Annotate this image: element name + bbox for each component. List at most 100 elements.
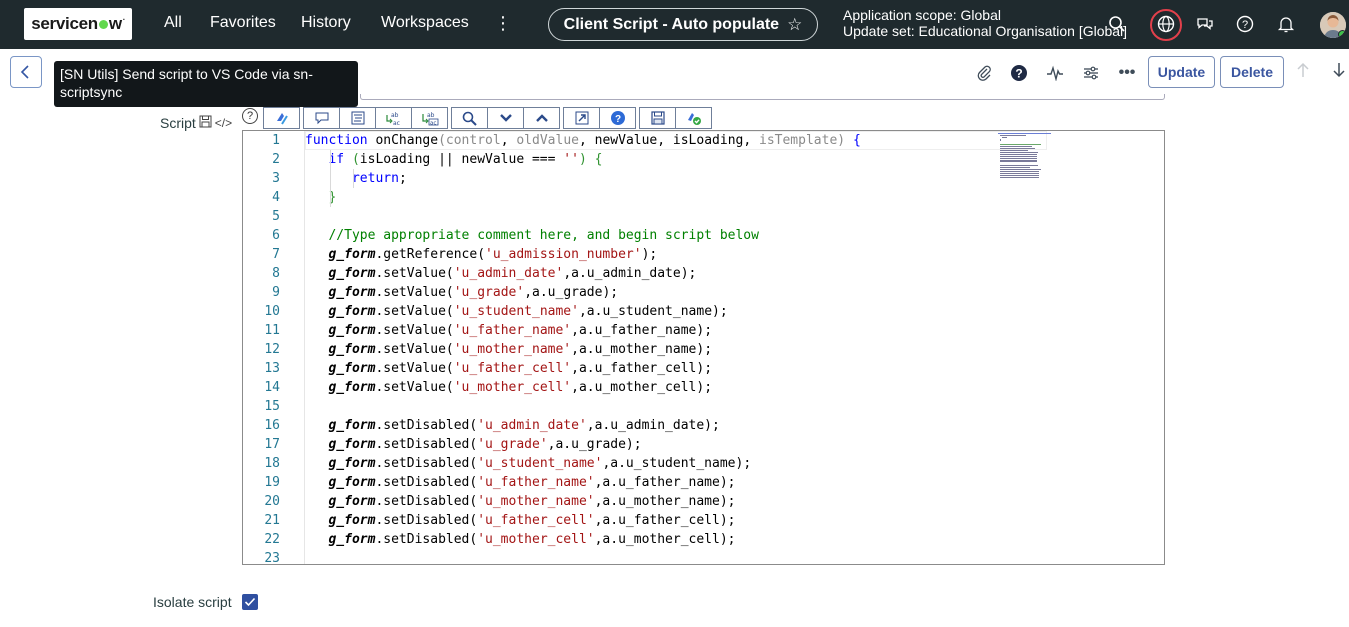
search-icon[interactable] <box>1105 12 1129 36</box>
minimap-line <box>1000 164 1038 166</box>
code-line[interactable]: g_form.setValue('u_mother_name',a.u_moth… <box>305 340 712 359</box>
help-icon[interactable]: ? <box>1233 12 1257 36</box>
nav-history[interactable]: History <box>301 14 351 32</box>
attachment-icon[interactable] <box>973 62 995 84</box>
code-line[interactable]: g_form.setValue('u_mother_cell',a.u_moth… <box>305 378 712 397</box>
code-line[interactable]: g_form.setValue('u_father_name',a.u_fath… <box>305 321 712 340</box>
save-small-icon[interactable] <box>199 115 212 131</box>
code-line[interactable]: g_form.setDisabled('u_grade',a.u_grade); <box>305 435 641 454</box>
code-line[interactable]: function onChange(control, oldValue, new… <box>305 131 861 150</box>
minimap-line <box>1000 135 1027 137</box>
minimap-line <box>1000 149 1028 152</box>
script-check-icon[interactable] <box>675 107 712 129</box>
code-line[interactable]: g_form.setValue('u_admin_date',a.u_admin… <box>305 264 696 283</box>
record-title-pill[interactable]: Client Script - Auto populate ☆ <box>548 8 818 41</box>
svg-text:ab: ab <box>391 112 399 119</box>
line-number: 23 <box>264 551 280 565</box>
code-icon[interactable]: </> <box>215 116 232 130</box>
line-number: 13 <box>264 361 280 376</box>
kebab-vertical-icon[interactable]: ⋮ <box>494 13 512 34</box>
presence-indicator <box>1338 30 1346 38</box>
save-icon[interactable] <box>639 107 676 129</box>
code-line[interactable]: //Type appropriate comment here, and beg… <box>305 226 758 245</box>
help-icon[interactable]: ? <box>599 107 636 129</box>
isolate-script-checkbox[interactable] <box>242 594 258 610</box>
comment-icon[interactable] <box>303 107 340 129</box>
isolate-script-label: Isolate script <box>153 594 232 610</box>
code-line[interactable]: g_form.setDisabled('u_father_name',a.u_f… <box>305 473 735 492</box>
update-button[interactable]: Update <box>1148 56 1215 88</box>
code-line[interactable]: g_form.getReference('u_admission_number'… <box>305 245 657 264</box>
script-label: Script </> <box>160 115 232 131</box>
line-number: 3 <box>272 171 280 186</box>
scope-info[interactable]: Application scope: Global Update set: Ed… <box>843 7 1127 39</box>
script-label-text: Script <box>160 115 196 131</box>
line-number: 21 <box>264 513 280 528</box>
next-record-arrow-icon[interactable] <box>1332 62 1346 83</box>
nav-favorites[interactable]: Favorites <box>210 14 276 32</box>
line-number: 8 <box>272 266 280 281</box>
minimap-line <box>1000 151 1039 154</box>
sn-scriptsync-icon[interactable] <box>263 107 300 129</box>
search-icon[interactable] <box>451 107 488 129</box>
application-scope: Application scope: Global <box>843 7 1001 23</box>
replace-all-icon[interactable]: ab ac <box>411 107 448 129</box>
delete-button[interactable]: Delete <box>1220 56 1284 88</box>
help-filled-icon[interactable]: ? <box>1008 62 1030 84</box>
code-line[interactable]: g_form.setValue('u_grade',a.u_grade); <box>305 283 618 302</box>
minimap-line <box>1000 177 1040 179</box>
chat-icon[interactable] <box>1193 12 1217 36</box>
avatar[interactable] <box>1320 12 1346 38</box>
previous-record-arrow-icon[interactable] <box>1296 62 1310 83</box>
top-navigation-bar: servicenow servicenw. All Favorites Hist… <box>0 0 1349 49</box>
code-minimap[interactable] <box>998 131 1056 191</box>
line-number: 17 <box>264 437 280 452</box>
svg-text:?: ? <box>1015 67 1022 81</box>
replace-icon[interactable]: ab ac <box>375 107 412 129</box>
format-icon[interactable] <box>339 107 376 129</box>
find-prev-icon[interactable] <box>523 107 560 129</box>
bell-icon[interactable] <box>1274 12 1298 36</box>
code-line[interactable]: return; <box>305 169 407 188</box>
svg-text:?: ? <box>614 114 620 125</box>
line-number: 1 <box>272 133 280 148</box>
svg-text:ac: ac <box>430 121 436 127</box>
nav-workspaces[interactable]: Workspaces <box>381 14 469 32</box>
minimap-line <box>1002 137 1008 139</box>
servicenow-logo[interactable]: servicenow servicenw. <box>24 8 132 40</box>
activity-icon[interactable] <box>1044 62 1066 84</box>
more-icon[interactable]: ••• <box>1116 62 1138 84</box>
code-line[interactable]: g_form.setValue('u_student_name',a.u_stu… <box>305 302 727 321</box>
minimap-line <box>1000 147 1036 149</box>
code-editor[interactable]: 1 2 3 4 5 6 7 8 9 10 11 12 13 14 15 16 17 18 19 20 21 22 23 fu… <box>242 130 1165 565</box>
minimap-line <box>998 133 1052 135</box>
minimap-line <box>1000 160 1037 162</box>
record-title: Client Script - Auto populate <box>563 15 780 33</box>
fullscreen-icon[interactable] <box>563 107 600 129</box>
code-line[interactable]: g_form.setDisabled('u_mother_cell',a.u_m… <box>305 530 735 549</box>
code-line[interactable]: } <box>305 188 336 207</box>
line-number: 16 <box>264 418 280 433</box>
line-number: 7 <box>272 247 280 262</box>
minimap-line <box>1000 170 1040 173</box>
back-button[interactable] <box>10 56 42 88</box>
svg-text:ab: ab <box>427 112 435 119</box>
code-line[interactable]: g_form.setDisabled('u_admin_date',a.u_ad… <box>305 416 719 435</box>
field-help-icon[interactable]: ? <box>242 108 258 124</box>
indent-guide <box>353 169 354 188</box>
nav-all[interactable]: All <box>164 14 182 32</box>
code-line[interactable]: g_form.setDisabled('u_student_name',a.u_… <box>305 454 751 473</box>
minimap-line <box>1000 166 1031 168</box>
code-line[interactable]: g_form.setDisabled('u_father_cell',a.u_f… <box>305 511 735 530</box>
line-number: 19 <box>264 475 280 490</box>
svg-text:?: ? <box>1242 19 1248 31</box>
globe-icon[interactable] <box>1154 12 1178 36</box>
minimap-line <box>1000 172 1040 175</box>
code-line[interactable]: if (isLoading || newValue === '') { <box>305 150 602 169</box>
code-line[interactable]: g_form.setValue('u_father_cell',a.u_fath… <box>305 359 712 378</box>
code-line[interactable]: g_form.setDisabled('u_mother_name',a.u_m… <box>305 492 735 511</box>
star-icon[interactable]: ☆ <box>787 15 802 35</box>
find-next-icon[interactable] <box>487 107 524 129</box>
settings-sliders-icon[interactable] <box>1080 62 1102 84</box>
line-number: 10 <box>264 304 280 319</box>
